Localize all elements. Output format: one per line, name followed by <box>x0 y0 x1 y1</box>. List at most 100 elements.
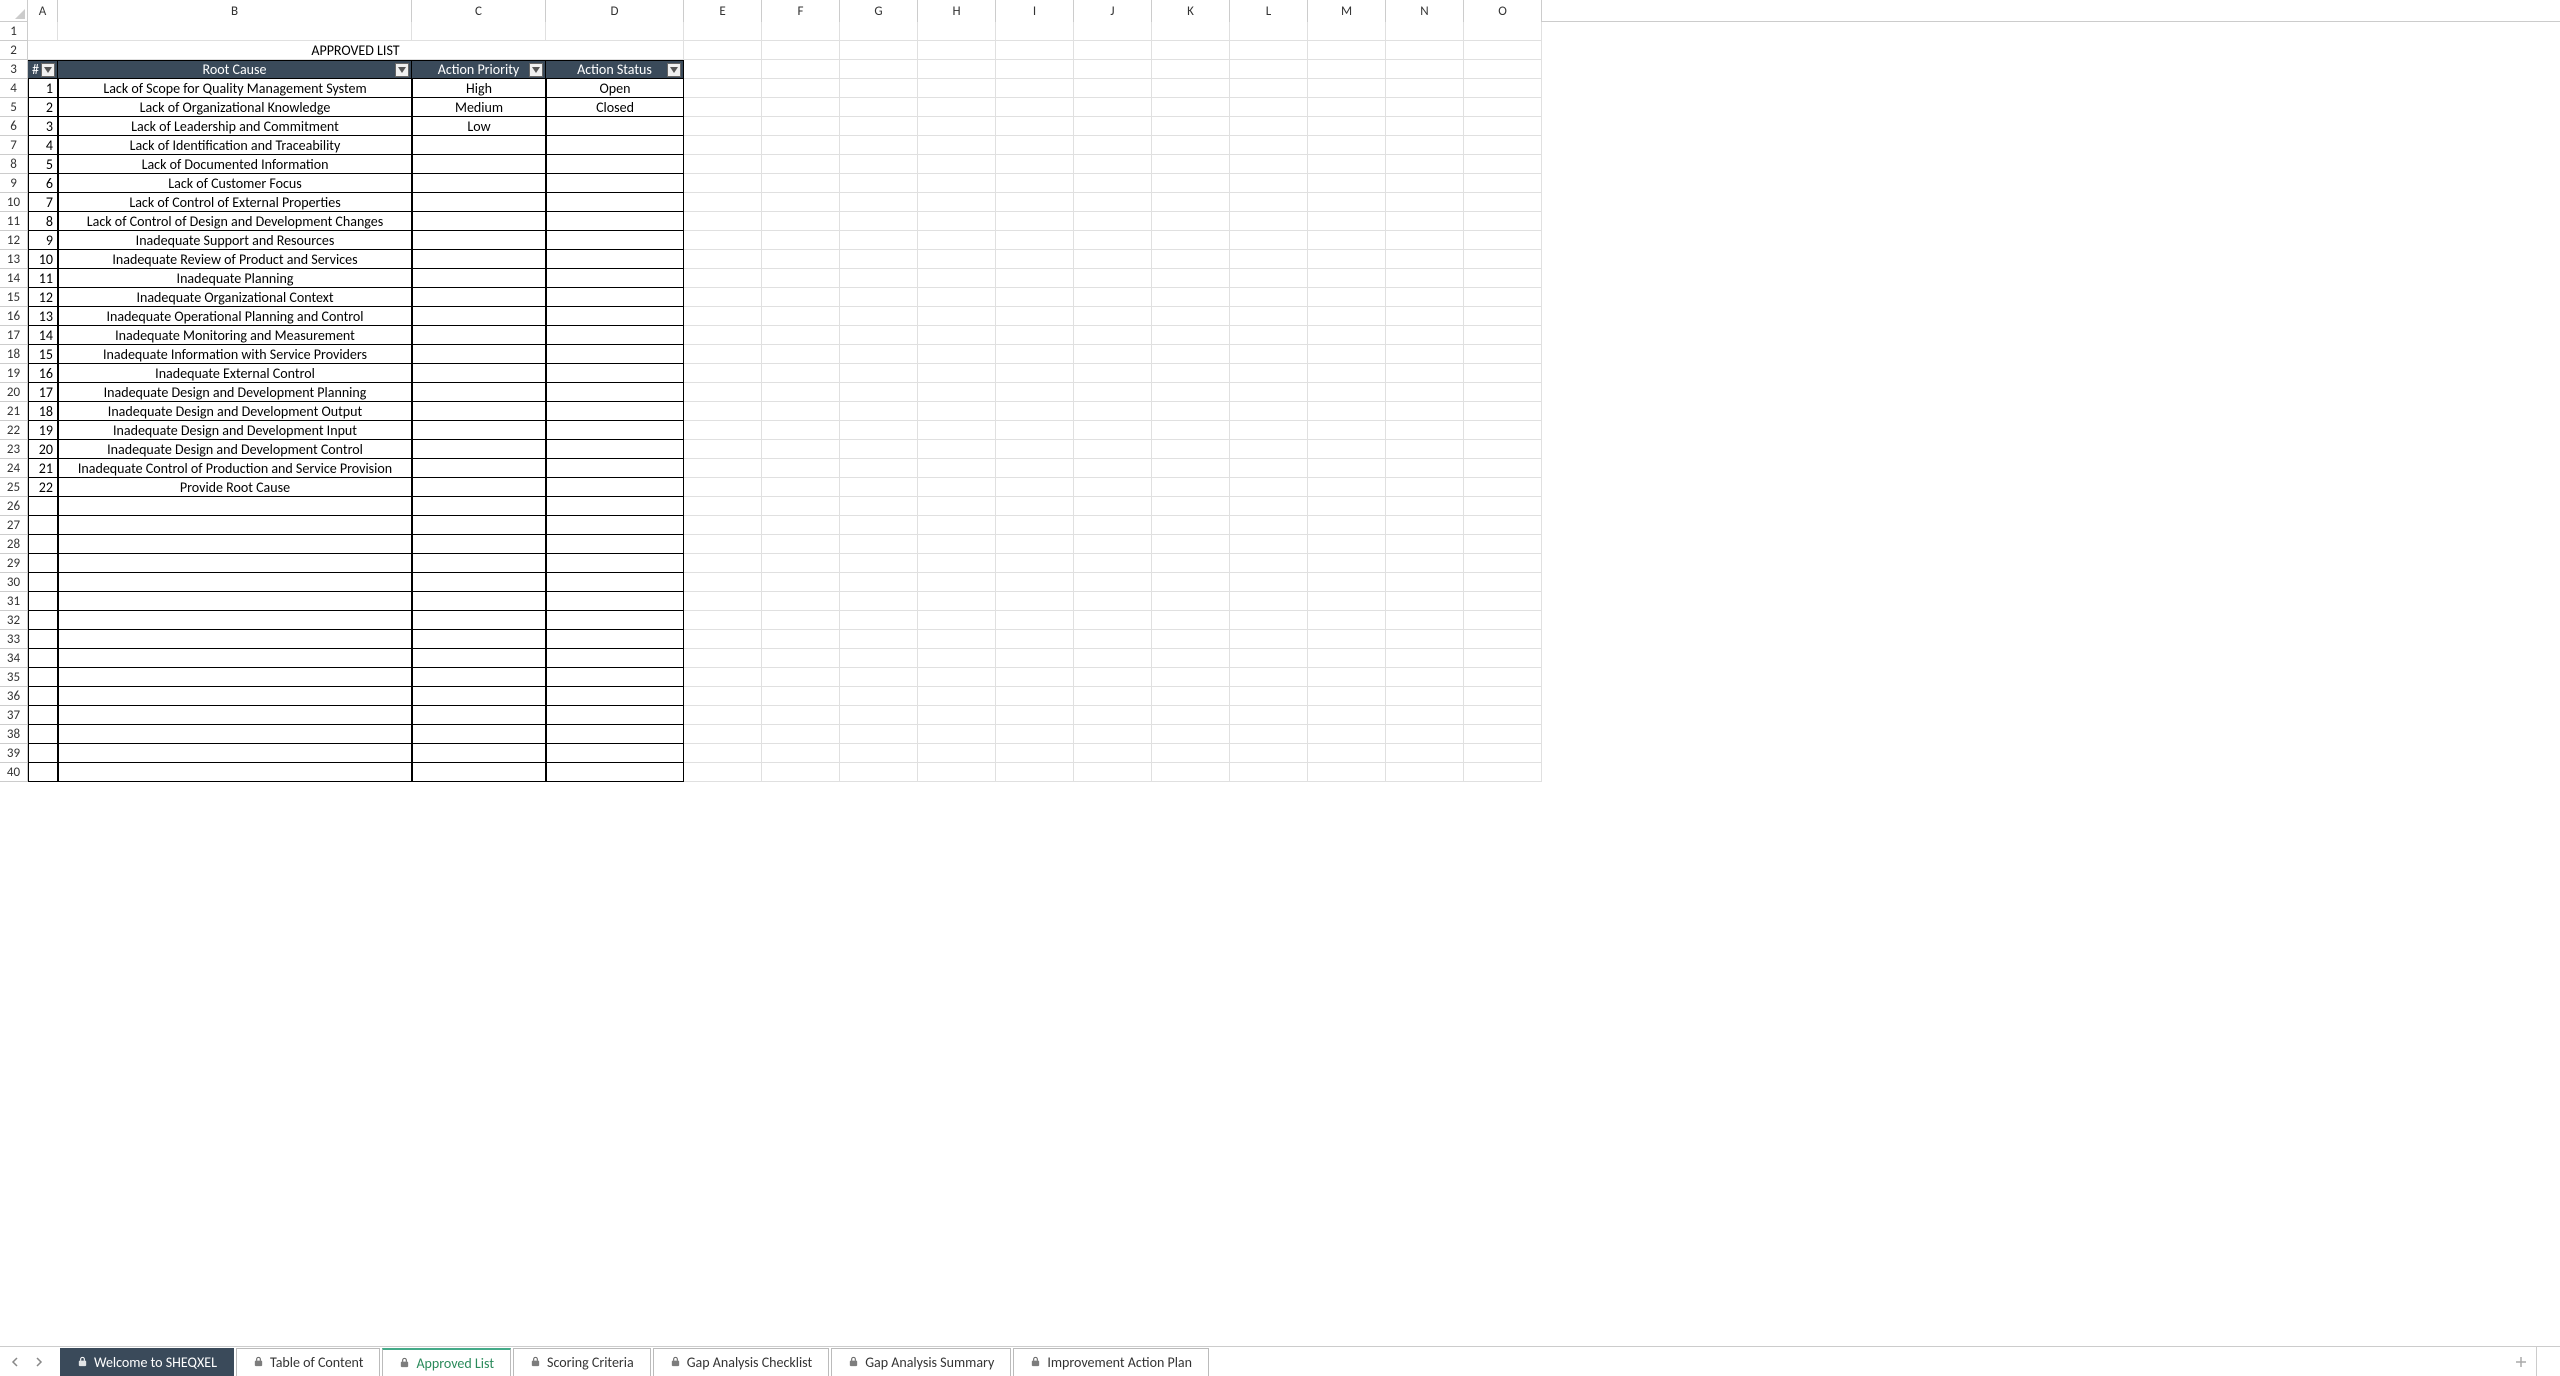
cell-J[interactable] <box>1074 250 1152 269</box>
cell-L[interactable] <box>1230 687 1308 706</box>
cell-O[interactable] <box>1464 117 1542 136</box>
cell-K[interactable] <box>1152 592 1230 611</box>
cell-J[interactable] <box>1074 763 1152 782</box>
cell-N[interactable] <box>1386 155 1464 174</box>
cell-J[interactable] <box>1074 630 1152 649</box>
cell-M[interactable] <box>1308 592 1386 611</box>
cell-action-status[interactable] <box>546 668 684 687</box>
cell-F[interactable] <box>762 383 840 402</box>
row-header-37[interactable]: 37 <box>0 706 28 725</box>
cell-M[interactable] <box>1308 98 1386 117</box>
cell-J[interactable] <box>1074 497 1152 516</box>
cell-F[interactable] <box>762 288 840 307</box>
cell-M[interactable] <box>1308 193 1386 212</box>
cell-action-priority[interactable] <box>412 459 546 478</box>
cell-F[interactable] <box>762 345 840 364</box>
cell-M[interactable] <box>1308 345 1386 364</box>
cell-G[interactable] <box>840 250 918 269</box>
cell-H[interactable] <box>918 41 996 60</box>
cell[interactable] <box>412 22 546 41</box>
cell-K[interactable] <box>1152 250 1230 269</box>
cell-O[interactable] <box>1464 136 1542 155</box>
cell-num[interactable]: 6 <box>28 174 58 193</box>
cell-J[interactable] <box>1074 440 1152 459</box>
cell-N[interactable] <box>1386 41 1464 60</box>
cell-F[interactable] <box>762 269 840 288</box>
row-header-29[interactable]: 29 <box>0 554 28 573</box>
cell-I[interactable] <box>996 611 1074 630</box>
row-header-38[interactable]: 38 <box>0 725 28 744</box>
column-header-H[interactable]: H <box>918 0 996 22</box>
cell-F[interactable] <box>762 706 840 725</box>
cell-M[interactable] <box>1308 554 1386 573</box>
cell-root-cause[interactable]: Inadequate Review of Product and Service… <box>58 250 412 269</box>
cell-H[interactable] <box>918 687 996 706</box>
cell-I[interactable] <box>996 193 1074 212</box>
cell-N[interactable] <box>1386 744 1464 763</box>
cell-root-cause[interactable] <box>58 592 412 611</box>
cell-num[interactable]: 2 <box>28 98 58 117</box>
cell-I[interactable] <box>996 345 1074 364</box>
cell-E[interactable] <box>684 611 762 630</box>
row-header-13[interactable]: 13 <box>0 250 28 269</box>
cell-H[interactable] <box>918 345 996 364</box>
cell-action-priority[interactable] <box>412 554 546 573</box>
cell-num[interactable] <box>28 516 58 535</box>
cell-action-priority[interactable] <box>412 535 546 554</box>
cell-N[interactable] <box>1386 307 1464 326</box>
cell-N[interactable] <box>1386 402 1464 421</box>
cell-M[interactable] <box>1308 326 1386 345</box>
cell-O[interactable] <box>1464 193 1542 212</box>
cell-F[interactable] <box>762 516 840 535</box>
cell-H[interactable] <box>918 535 996 554</box>
cell-I[interactable] <box>996 383 1074 402</box>
cell-O[interactable] <box>1464 155 1542 174</box>
cell-L[interactable] <box>1230 231 1308 250</box>
cell-K[interactable] <box>1152 307 1230 326</box>
cell-J[interactable] <box>1074 611 1152 630</box>
cell-action-status[interactable] <box>546 611 684 630</box>
cell-action-status[interactable] <box>546 649 684 668</box>
cell-root-cause[interactable]: Inadequate Design and Development Output <box>58 402 412 421</box>
cell-L[interactable] <box>1230 155 1308 174</box>
cell-N[interactable] <box>1386 573 1464 592</box>
cell-root-cause[interactable]: Lack of Control of Design and Developmen… <box>58 212 412 231</box>
cell-num[interactable]: 18 <box>28 402 58 421</box>
cell-N[interactable] <box>1386 98 1464 117</box>
cell-F[interactable] <box>762 402 840 421</box>
cell-J[interactable] <box>1074 573 1152 592</box>
cell-H[interactable] <box>918 174 996 193</box>
cell-H[interactable] <box>918 459 996 478</box>
cell-L[interactable] <box>1230 516 1308 535</box>
select-all-corner[interactable] <box>0 0 28 22</box>
cell-action-status[interactable] <box>546 117 684 136</box>
cell-num[interactable]: 19 <box>28 421 58 440</box>
cell-E[interactable] <box>684 440 762 459</box>
column-header-A[interactable]: A <box>28 0 58 22</box>
cell-O[interactable] <box>1464 706 1542 725</box>
cell-J[interactable] <box>1074 421 1152 440</box>
cell-M[interactable] <box>1308 155 1386 174</box>
cell-J[interactable] <box>1074 155 1152 174</box>
cell-M[interactable] <box>1308 421 1386 440</box>
row-header-5[interactable]: 5 <box>0 98 28 117</box>
sheet-tab-welcome-to-sheqxel[interactable]: Welcome to SHEQXEL <box>60 1348 234 1376</box>
cell-E[interactable] <box>684 763 762 782</box>
cell-action-status[interactable] <box>546 383 684 402</box>
cell-G[interactable] <box>840 649 918 668</box>
cell-F[interactable] <box>762 535 840 554</box>
row-header-31[interactable]: 31 <box>0 592 28 611</box>
cell-num[interactable]: 4 <box>28 136 58 155</box>
cell-num[interactable] <box>28 706 58 725</box>
cell-E[interactable] <box>684 136 762 155</box>
cell-action-priority[interactable] <box>412 383 546 402</box>
cell-I[interactable] <box>996 668 1074 687</box>
cell-action-priority[interactable] <box>412 288 546 307</box>
cell-O[interactable] <box>1464 459 1542 478</box>
cell-G[interactable] <box>840 535 918 554</box>
cell-H[interactable] <box>918 288 996 307</box>
cell-G[interactable] <box>840 345 918 364</box>
cell-K[interactable] <box>1152 231 1230 250</box>
cell-K[interactable] <box>1152 212 1230 231</box>
cell-action-status[interactable] <box>546 440 684 459</box>
